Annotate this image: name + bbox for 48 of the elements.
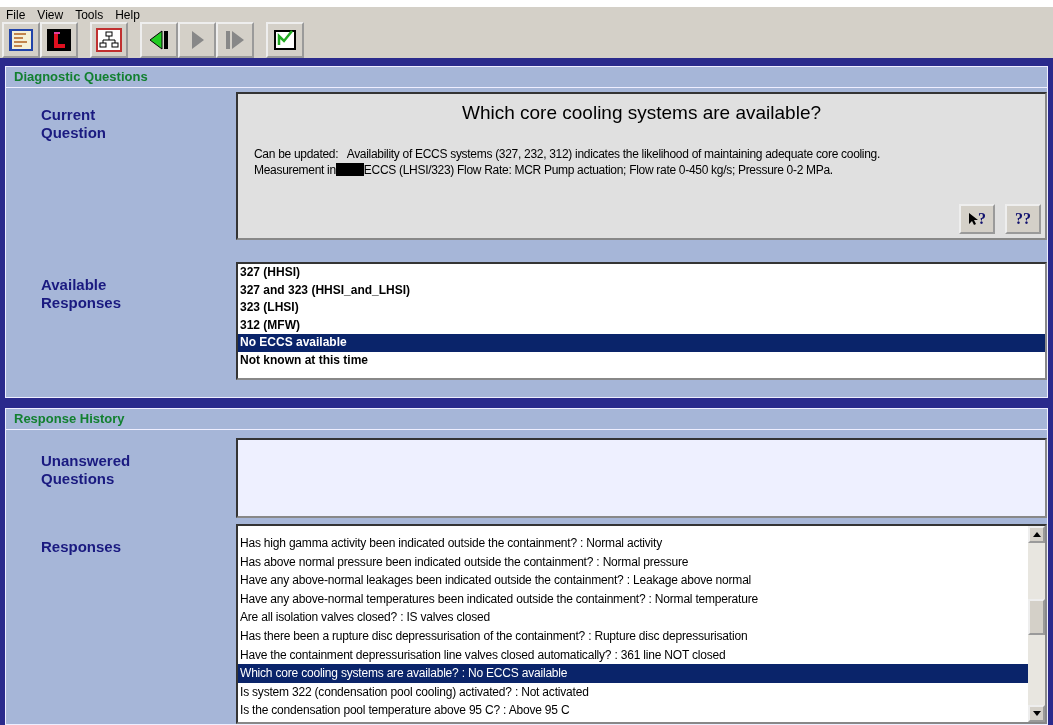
response-option[interactable]: 323 (LHSI) <box>238 299 1045 317</box>
checkmark-icon <box>272 28 298 52</box>
history-item[interactable]: Have the containment depressurisation line valves closed automatically? : 361 line NOT closed <box>238 645 1028 665</box>
history-item[interactable]: Have any above-normal temperatures been indicated outside the containment? : Normal temperature <box>238 589 1028 609</box>
help-button[interactable]: ?? <box>1005 204 1041 234</box>
history-item[interactable]: Has above normal pressure been indicated outside the containment? : Normal pressure <box>238 552 1028 572</box>
menu-item[interactable]: Tools <box>75 7 104 22</box>
letter-l-icon <box>46 28 72 52</box>
list-icon <box>8 28 34 52</box>
history-item[interactable]: Has high gamma activity been indicated outside the containment? : Normal activity <box>238 534 1028 553</box>
menu-item[interactable]: View <box>37 7 64 22</box>
field-label: Available Responses <box>40 275 123 313</box>
scroll-up-button[interactable] <box>1028 526 1045 543</box>
question-title: Which core cooling systems are available? <box>460 101 823 124</box>
response-option[interactable]: 312 (MFW) <box>238 316 1045 334</box>
history-item[interactable]: Have any above-normal leakages been indicated outside the containment? : Leakage above normal <box>238 571 1028 590</box>
response-option[interactable]: No ECCS available <box>238 334 1045 352</box>
history-item[interactable]: Which core cooling systems are available? : No ECCS available <box>238 664 1028 683</box>
field-label: Responses <box>40 537 123 557</box>
tree-icon <box>96 28 122 52</box>
group-title: Response History <box>6 409 1047 430</box>
group-title: Diagnostic Questions <box>6 67 1047 88</box>
back-toolbar-button[interactable] <box>140 22 178 58</box>
list-toolbar-button[interactable] <box>2 22 40 58</box>
check-toolbar-button[interactable] <box>266 22 304 58</box>
scroll-down-button[interactable] <box>1028 705 1045 722</box>
scroll-thumb[interactable] <box>1028 599 1045 635</box>
question-description: ECCS (LHSI/323) Flow Rate: MCR Pump actuation; Flow rate 0-450 kg/s; Pressure 0-2 MPa. <box>363 163 833 177</box>
menu-item[interactable]: Help <box>115 7 140 22</box>
history-item[interactable]: Is the condensation pool temperature above 95 C? : Above 95 C <box>238 701 1028 720</box>
field-label: Current Question <box>40 105 107 143</box>
menu-item[interactable]: File <box>6 7 26 22</box>
cursor-icon <box>968 212 978 226</box>
question-description: Measurement in <box>254 163 336 177</box>
response-option[interactable]: 327 and 323 (HHSI_and_LHSI) <box>238 281 1045 299</box>
up-arrow-icon <box>1032 532 1041 537</box>
down-arrow-icon <box>1032 711 1041 716</box>
history-item[interactable]: Are all isolation valves closed? : IS valves closed <box>238 608 1028 627</box>
field-label: Unanswered Questions <box>40 451 132 489</box>
help-button[interactable]: ? <box>959 204 995 234</box>
question-description: Can be updated: Availability of ECCS systems (327, 232, 312) indicates the likelihood of maintaining adequate core cooling. <box>254 146 882 162</box>
history-item[interactable]: Has there been a rupture disc depressurisation of the containment? : Rupture disc depressurisation <box>238 626 1028 646</box>
stop-toolbar-button[interactable] <box>40 22 78 58</box>
redaction-block <box>335 163 364 176</box>
history-item[interactable]: Is system 322 (condensation pool cooling) activated? : Not activated <box>238 682 1028 702</box>
response-option[interactable]: Not known at this time <box>238 351 1045 369</box>
response-option[interactable]: 327 (HHSI) <box>238 264 1045 282</box>
tree-toolbar-button[interactable] <box>90 22 128 58</box>
